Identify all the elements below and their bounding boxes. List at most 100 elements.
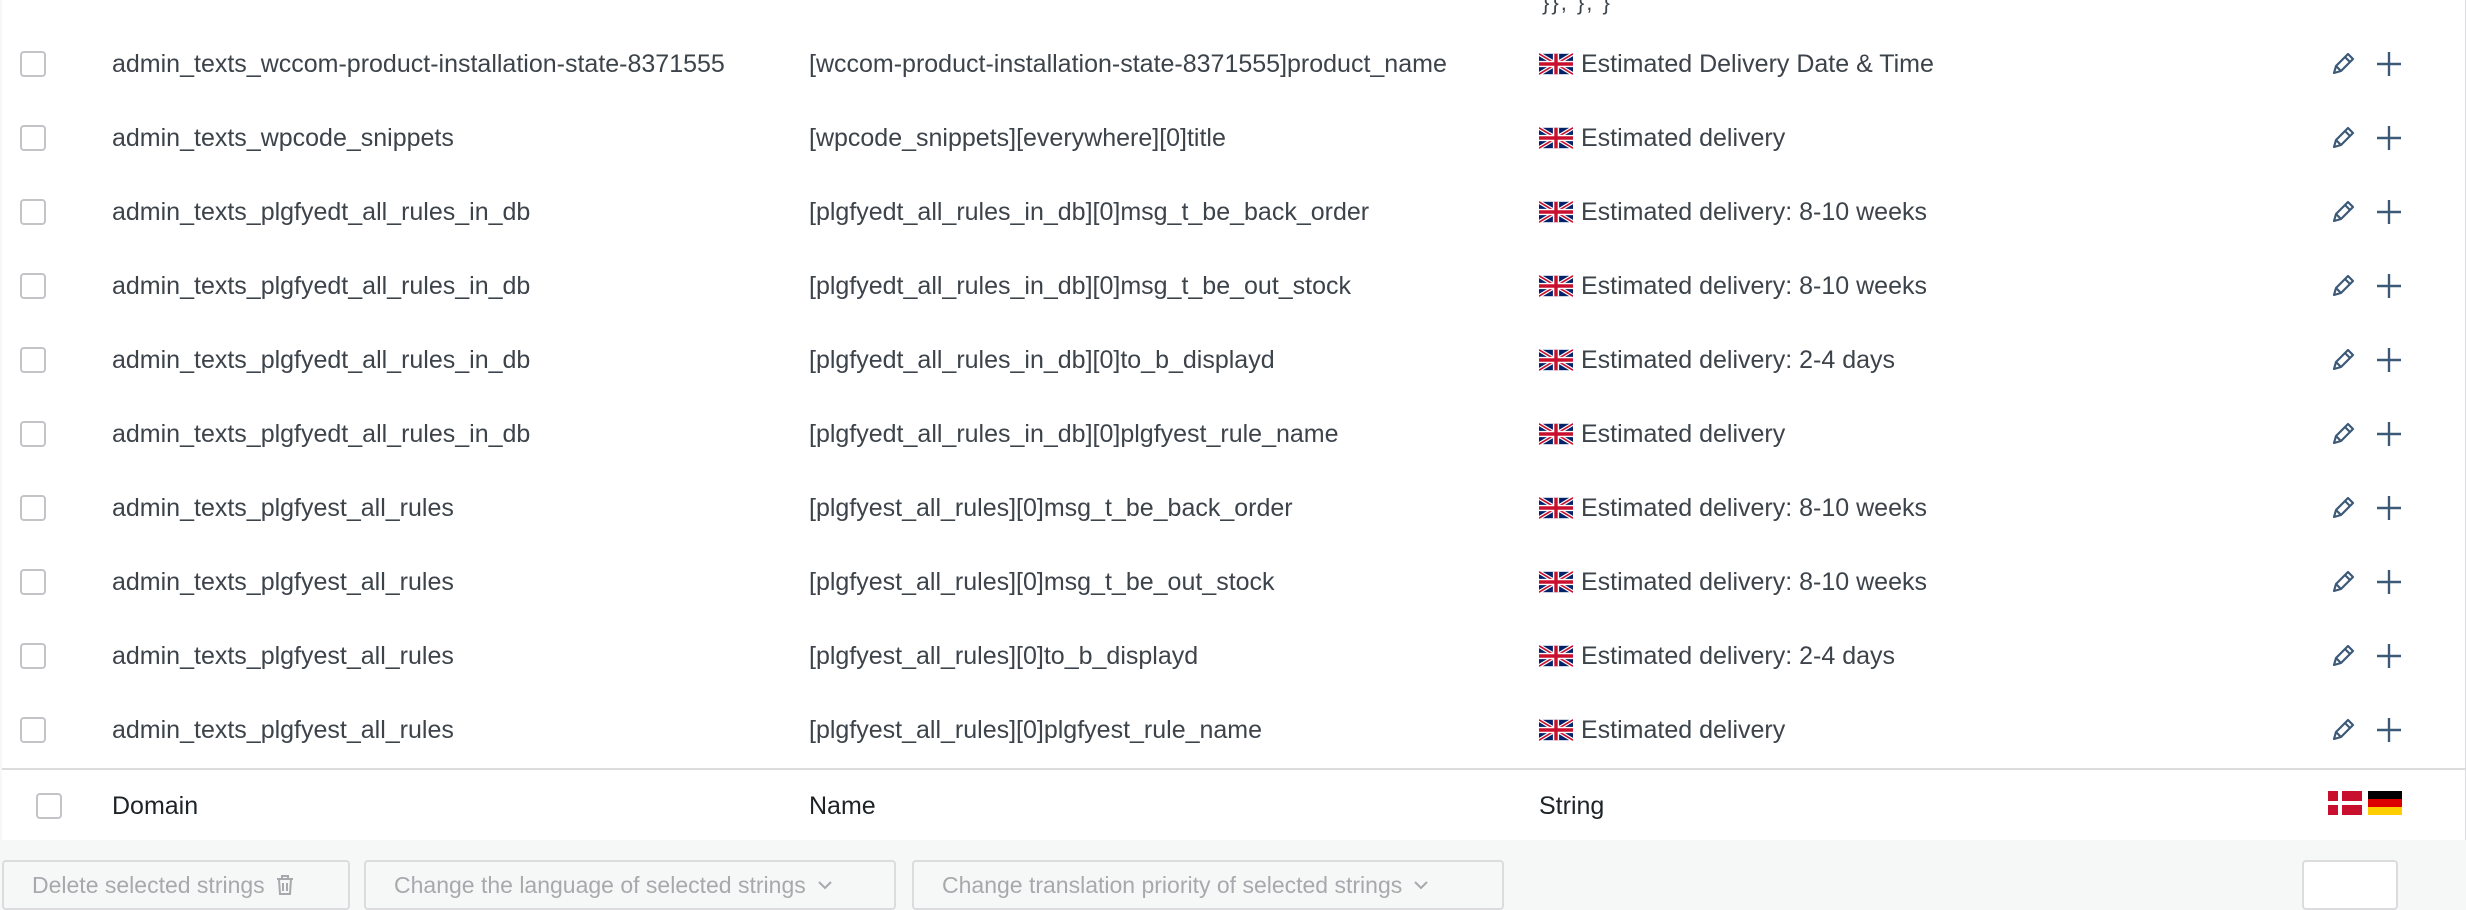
delete-selected-button[interactable]: Delete selected strings: [2, 860, 350, 910]
uk-flag-icon: [1537, 348, 1575, 372]
row-domain: admin_texts_plgfyest_all_rules: [112, 715, 454, 744]
footer-name-header[interactable]: Name: [809, 770, 876, 842]
row-string: Estimated delivery: 2-4 days: [1537, 323, 1896, 397]
plus-icon[interactable]: [2374, 567, 2404, 597]
row-string: Estimated Delivery Date & Time: [1537, 27, 1934, 101]
change-priority-label: Change translation priority of selected …: [942, 871, 1403, 898]
pencil-icon[interactable]: [2328, 567, 2358, 597]
uk-flag-icon: [1537, 274, 1575, 298]
row-actions: [2328, 101, 2404, 175]
footer-string-header[interactable]: String: [1539, 770, 1604, 842]
row-domain: admin_texts_plgfyest_all_rules: [112, 493, 454, 522]
row-string-text: Estimated delivery: 2-4 days: [1581, 345, 1896, 374]
plus-icon[interactable]: [2374, 419, 2404, 449]
row-select-cell: [20, 693, 46, 767]
row-select-cell: [20, 27, 46, 101]
row-checkbox[interactable]: [20, 199, 46, 225]
row-name: [wpcode_snippets][everywhere][0]title: [809, 123, 1226, 152]
trash-icon: [275, 874, 295, 896]
row-domain: admin_texts_plgfyedt_all_rules_in_db: [112, 197, 531, 226]
row-select-cell: [20, 397, 46, 471]
plus-icon[interactable]: [2374, 715, 2404, 745]
row-actions: [2328, 249, 2404, 323]
row-name: [plgfyest_all_rules][0]msg_t_be_back_ord…: [809, 493, 1293, 522]
row-actions: [2328, 175, 2404, 249]
pencil-icon[interactable]: [2328, 197, 2358, 227]
table-row: admin_texts_wccom-product-installation-s…: [2, 27, 2466, 101]
row-string-text: Estimated delivery: 8-10 weeks: [1581, 567, 1927, 596]
plus-icon[interactable]: [2374, 345, 2404, 375]
plus-icon[interactable]: [2374, 123, 2404, 153]
table-row: admin_texts_plgfyest_all_rules [plgfyest_…: [2, 471, 2466, 545]
table-row: admin_texts_plgfyest_all_rules [plgfyest_…: [2, 693, 2466, 767]
chevron-down-icon: [1412, 879, 1430, 891]
clipped-previous-row-text: }}, }, }: [1542, 0, 1612, 15]
row-checkbox[interactable]: [20, 51, 46, 77]
pencil-icon[interactable]: [2328, 641, 2358, 671]
plus-icon[interactable]: [2374, 493, 2404, 523]
row-domain: admin_texts_plgfyest_all_rules: [112, 567, 454, 596]
row-checkbox[interactable]: [20, 717, 46, 743]
table-row: admin_texts_plgfyest_all_rules [plgfyest_…: [2, 545, 2466, 619]
uk-flag-icon: [1537, 644, 1575, 668]
row-checkbox[interactable]: [20, 421, 46, 447]
row-string: Estimated delivery: [1537, 397, 1785, 471]
select-all-checkbox[interactable]: [36, 793, 62, 819]
row-select-cell: [20, 545, 46, 619]
pencil-icon[interactable]: [2328, 493, 2358, 523]
row-string: Estimated delivery: [1537, 693, 1786, 767]
denmark-flag-icon: [2328, 790, 2362, 822]
row-string-text: Estimated Delivery Date & Time: [1581, 49, 1934, 78]
row-checkbox[interactable]: [20, 569, 46, 595]
row-checkbox[interactable]: [20, 347, 46, 373]
uk-flag-icon: [1537, 570, 1575, 594]
row-actions: [2328, 27, 2404, 101]
row-checkbox[interactable]: [20, 495, 46, 521]
row-checkbox[interactable]: [20, 125, 46, 151]
table-row: admin_texts_wpcode_snippets [wpcode_snipp…: [2, 101, 2466, 175]
row-select-cell: [20, 175, 46, 249]
pencil-icon[interactable]: [2328, 271, 2358, 301]
plus-icon[interactable]: [2374, 271, 2404, 301]
pencil-icon[interactable]: [2328, 49, 2358, 79]
row-domain: admin_texts_plgfyedt_all_rules_in_db: [112, 419, 531, 448]
row-checkbox[interactable]: [20, 273, 46, 299]
pencil-icon[interactable]: [2328, 123, 2358, 153]
footer-domain-header[interactable]: Domain: [112, 770, 198, 842]
row-select-cell: [20, 249, 46, 323]
row-string-text: Estimated delivery: [1581, 715, 1786, 744]
row-name: [plgfyedt_all_rules_in_db][0]msg_t_be_ou…: [809, 271, 1352, 300]
row-string: Estimated delivery: [1537, 101, 1785, 175]
row-checkbox[interactable]: [20, 643, 46, 669]
row-domain: admin_texts_wccom-product-installation-s…: [112, 49, 725, 78]
change-language-dropdown[interactable]: Change the language of selected strings: [364, 860, 896, 910]
row-select-cell: [20, 323, 46, 397]
apply-button[interactable]: [2302, 860, 2398, 910]
row-string-text: Estimated delivery: 2-4 days: [1581, 641, 1896, 670]
row-string-text: Estimated delivery: 8-10 weeks: [1581, 271, 1927, 300]
plus-icon[interactable]: [2374, 197, 2404, 227]
pencil-icon[interactable]: [2328, 419, 2358, 449]
delete-selected-label: Delete selected strings: [32, 871, 265, 898]
pencil-icon[interactable]: [2328, 345, 2358, 375]
pencil-icon[interactable]: [2328, 715, 2358, 745]
row-name: [wccom-product-installation-state-837155…: [809, 49, 1447, 78]
strings-table: }}, }, } admin_texts_wccom-product-insta…: [2, 0, 2466, 840]
table-row: admin_texts_plgfyest_all_rules [plgfyest_…: [2, 619, 2466, 693]
change-priority-dropdown[interactable]: Change translation priority of selected …: [912, 860, 1504, 910]
row-string: Estimated delivery: 8-10 weeks: [1537, 471, 1927, 545]
row-name: [plgfyedt_all_rules_in_db][0]to_b_displa…: [809, 345, 1275, 374]
chevron-down-icon: [816, 879, 834, 891]
plus-icon[interactable]: [2374, 49, 2404, 79]
row-domain: admin_texts_plgfyedt_all_rules_in_db: [112, 345, 531, 374]
row-actions: [2328, 545, 2404, 619]
select-all-cell: [36, 770, 62, 842]
row-domain: admin_texts_plgfyedt_all_rules_in_db: [112, 271, 531, 300]
row-string: Estimated delivery: 2-4 days: [1537, 619, 1896, 693]
uk-flag-icon: [1537, 126, 1575, 150]
row-name: [plgfyest_all_rules][0]msg_t_be_out_stoc…: [809, 567, 1275, 596]
plus-icon[interactable]: [2374, 641, 2404, 671]
row-string-text: Estimated delivery: 8-10 weeks: [1581, 197, 1927, 226]
uk-flag-icon: [1537, 496, 1575, 520]
row-actions: [2328, 397, 2404, 471]
